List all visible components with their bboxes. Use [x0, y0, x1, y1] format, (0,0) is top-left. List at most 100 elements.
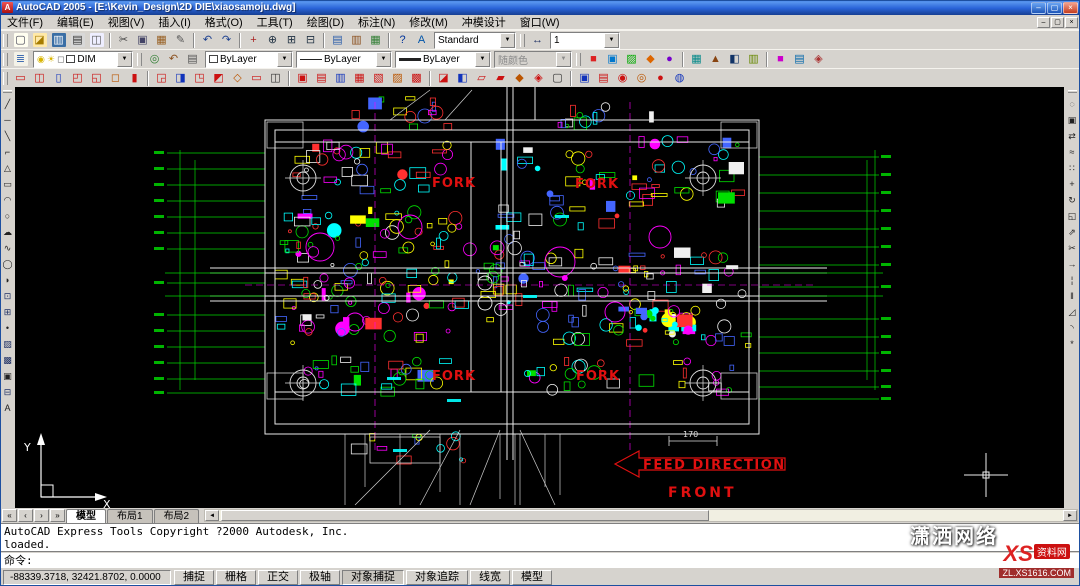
- chevron-down-icon[interactable]: ▼: [117, 52, 132, 67]
- status-toggle-6[interactable]: 对象追踪: [406, 570, 468, 585]
- scroll-right-arrow[interactable]: ►: [1063, 510, 1077, 521]
- close-button[interactable]: ×: [1063, 2, 1078, 14]
- menu-item-4[interactable]: 插入(I): [151, 15, 197, 29]
- layout-tab-3[interactable]: 布局2: [154, 509, 200, 523]
- die-tool-icon-27[interactable]: ◈: [529, 70, 548, 87]
- die-tool-icon-12[interactable]: ◇: [228, 70, 247, 87]
- toolbar2-extra-icon-11[interactable]: ▤: [790, 51, 809, 68]
- die-tool-icon-9[interactable]: ◨: [171, 70, 190, 87]
- polyline-icon[interactable]: ⌐: [1, 144, 15, 160]
- chevron-down-icon[interactable]: ▼: [500, 33, 515, 48]
- menu-item-5[interactable]: 格式(O): [198, 15, 250, 29]
- chevron-down-icon[interactable]: ▼: [556, 52, 571, 67]
- chevron-down-icon[interactable]: ▼: [376, 52, 391, 67]
- menu-item-11[interactable]: 窗口(W): [513, 15, 567, 29]
- help-icon[interactable]: ?: [393, 32, 412, 49]
- chevron-down-icon[interactable]: ▼: [277, 52, 292, 67]
- status-toggle-1[interactable]: 捕捉: [174, 570, 214, 585]
- die-tool-icon-8[interactable]: ◲: [152, 70, 171, 87]
- die-tool-icon-32[interactable]: ◎: [632, 70, 651, 87]
- die-tool-icon-34[interactable]: ◍: [670, 70, 689, 87]
- offset-icon[interactable]: ≈: [1065, 144, 1079, 160]
- tab-first-button[interactable]: «: [2, 509, 17, 522]
- mdi-close-button[interactable]: ×: [1065, 17, 1078, 28]
- toolbar2-extra-icon-12[interactable]: ◈: [809, 51, 828, 68]
- horizontal-scrollbar[interactable]: ◄ ►: [204, 509, 1078, 522]
- die-tool-icon-29[interactable]: ▣: [575, 70, 594, 87]
- region-icon[interactable]: ▣: [1, 368, 15, 384]
- color-dropdown[interactable]: ByLayer ▼: [205, 51, 293, 68]
- rotate-icon[interactable]: ↻: [1065, 192, 1079, 208]
- break-point-icon[interactable]: ¦: [1065, 272, 1079, 288]
- linetype-dropdown[interactable]: ByLayer ▼: [296, 51, 392, 68]
- die-tool-icon-6[interactable]: ◻: [106, 70, 125, 87]
- plot-icon[interactable]: ▤: [68, 32, 87, 49]
- die-tool-icon-5[interactable]: ◱: [87, 70, 106, 87]
- gradient-icon[interactable]: ▩: [1, 352, 15, 368]
- stretch-icon[interactable]: ⇗: [1065, 224, 1079, 240]
- die-tool-icon-3[interactable]: ▯: [49, 70, 68, 87]
- new-file-icon[interactable]: ▢: [11, 32, 30, 49]
- toolbar2-extra-icon-10[interactable]: ■: [771, 51, 790, 68]
- dim-style-icon[interactable]: ↔: [528, 32, 547, 49]
- toolbar2-extra-icon-9[interactable]: ▥: [744, 51, 763, 68]
- menu-item-9[interactable]: 修改(M): [402, 15, 455, 29]
- menu-item-1[interactable]: 文件(F): [0, 15, 50, 29]
- hatch-icon[interactable]: ▨: [1, 336, 15, 352]
- table-icon[interactable]: ⊟: [1, 384, 15, 400]
- match-properties-icon[interactable]: ✎: [171, 32, 190, 49]
- construction-line-icon[interactable]: ─: [1, 112, 15, 128]
- fillet-icon[interactable]: ◝: [1065, 320, 1079, 336]
- text-style-dropdown[interactable]: Standard ▼: [434, 32, 516, 49]
- die-tool-icon-15[interactable]: ▣: [293, 70, 312, 87]
- scale-icon[interactable]: ◱: [1065, 208, 1079, 224]
- ray-icon[interactable]: ╲: [1, 128, 15, 144]
- die-tool-icon-25[interactable]: ▰: [491, 70, 510, 87]
- designcenter-icon[interactable]: ▥: [347, 32, 366, 49]
- die-tool-icon-1[interactable]: ▭: [11, 70, 30, 87]
- revcloud-icon[interactable]: ☁: [1, 224, 15, 240]
- make-block-icon[interactable]: ⊞: [1, 304, 15, 320]
- cad-drawing-canvas[interactable]: FORK FORK FORK FORK FEED DIRECTION FRONT…: [15, 87, 1064, 508]
- polygon-icon[interactable]: △: [1, 160, 15, 176]
- plot-preview-icon[interactable]: ◫: [87, 32, 106, 49]
- arc-icon[interactable]: ◠: [1, 192, 15, 208]
- break-icon[interactable]: ‖: [1065, 288, 1079, 304]
- array-icon[interactable]: ∷: [1065, 160, 1079, 176]
- mirror-icon[interactable]: ⇄: [1065, 128, 1079, 144]
- menu-item-8[interactable]: 标注(N): [351, 15, 402, 29]
- layer-properties-manager-icon[interactable]: ≣: [11, 51, 30, 68]
- toolbar2-extra-icon-8[interactable]: ◧: [725, 51, 744, 68]
- mdi-minimize-button[interactable]: –: [1037, 17, 1050, 28]
- die-tool-icon-26[interactable]: ◆: [510, 70, 529, 87]
- die-tool-icon-10[interactable]: ◳: [190, 70, 209, 87]
- move-icon[interactable]: +: [1065, 176, 1079, 192]
- command-window[interactable]: AutoCAD Express Tools Copyright ?2000 Au…: [0, 523, 1080, 567]
- toolbar2-extra-icon-4[interactable]: ◆: [641, 51, 660, 68]
- die-tool-icon-30[interactable]: ▤: [594, 70, 613, 87]
- pan-icon[interactable]: +: [244, 32, 263, 49]
- trim-icon[interactable]: ✂: [1065, 240, 1079, 256]
- die-tool-icon-33[interactable]: ●: [651, 70, 670, 87]
- chamfer-icon[interactable]: ◿: [1065, 304, 1079, 320]
- undo-icon[interactable]: ↶: [198, 32, 217, 49]
- extend-icon[interactable]: →: [1065, 256, 1079, 272]
- menu-item-7[interactable]: 绘图(D): [300, 15, 351, 29]
- die-tool-icon-24[interactable]: ▱: [472, 70, 491, 87]
- layer-states-icon[interactable]: ▤: [183, 51, 202, 68]
- save-file-icon[interactable]: ▥: [49, 32, 68, 49]
- menu-item-6[interactable]: 工具(T): [250, 15, 300, 29]
- paste-icon[interactable]: ▦: [152, 32, 171, 49]
- die-tool-icon-20[interactable]: ▨: [388, 70, 407, 87]
- status-toggle-5[interactable]: 对象捕捉: [342, 570, 404, 585]
- die-tool-icon-14[interactable]: ◫: [266, 70, 285, 87]
- rectangle-icon[interactable]: ▭: [1, 176, 15, 192]
- toolbar2-extra-icon-3[interactable]: ▨: [622, 51, 641, 68]
- die-tool-icon-2[interactable]: ◫: [30, 70, 49, 87]
- status-toggle-4[interactable]: 极轴: [300, 570, 340, 585]
- menu-item-3[interactable]: 视图(V): [101, 15, 152, 29]
- explode-icon[interactable]: *: [1065, 336, 1079, 352]
- coordinates-readout[interactable]: -88339.3718, 32421.8702, 0.0000: [3, 570, 171, 585]
- text-style-icon[interactable]: A: [412, 32, 431, 49]
- zoom-realtime-icon[interactable]: ⊕: [263, 32, 282, 49]
